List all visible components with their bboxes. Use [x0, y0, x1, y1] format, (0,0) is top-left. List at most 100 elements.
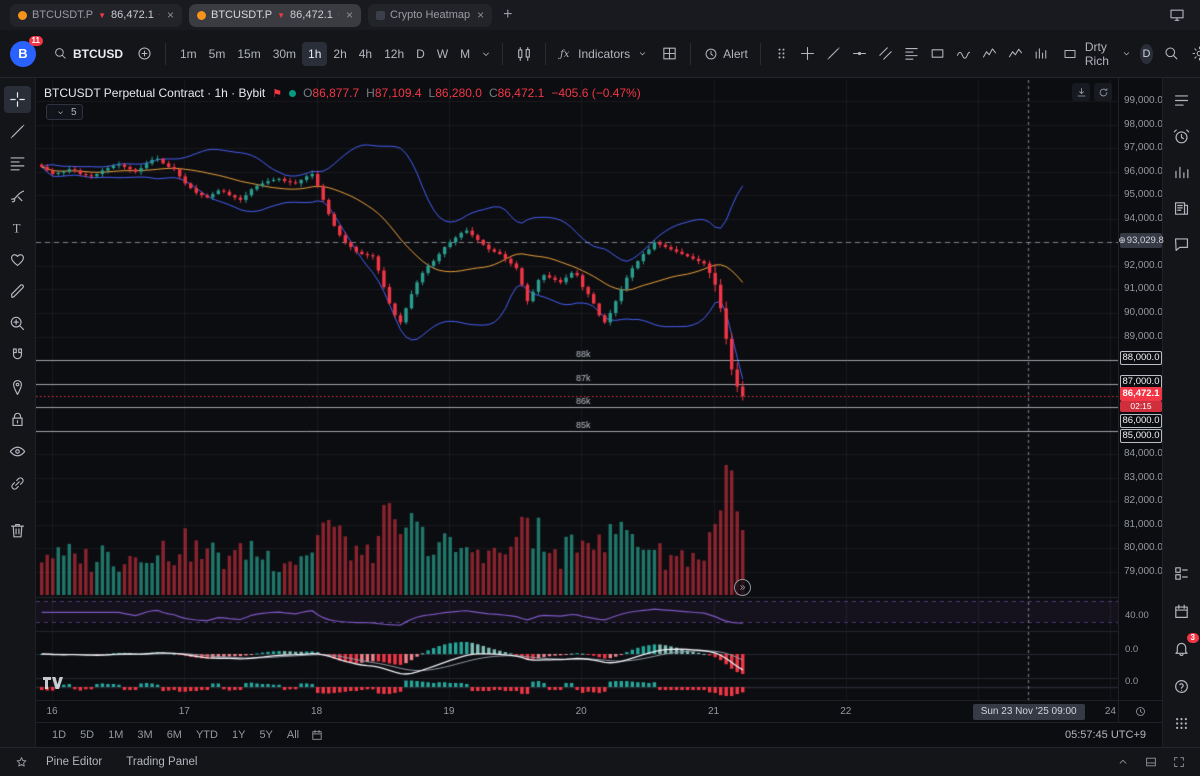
- new-tab-button[interactable]: +: [499, 6, 516, 24]
- jump-to-realtime-button[interactable]: [734, 579, 751, 596]
- time-tick: 18: [305, 706, 329, 717]
- fib-retracement-tool-icon[interactable]: [4, 150, 31, 177]
- range-1D[interactable]: 1D: [46, 726, 72, 744]
- price-axis[interactable]: 99,000.098,000.097,000.096,000.095,000.0…: [1118, 78, 1162, 700]
- timeframe-M[interactable]: M: [454, 42, 476, 66]
- eye-tool-icon[interactable]: [4, 438, 31, 465]
- settings-gear-icon[interactable]: [1187, 41, 1200, 67]
- timeframe-D[interactable]: D: [410, 42, 431, 66]
- screener-icon[interactable]: [1169, 159, 1195, 185]
- timeframe-2h[interactable]: 2h: [327, 42, 352, 66]
- time-axis[interactable]: 161718192021222324 Sun 23 Nov '25 09:00: [36, 700, 1118, 722]
- dots-handle-icon[interactable]: [769, 41, 795, 67]
- alert-button[interactable]: Alert: [699, 41, 752, 67]
- range-YTD[interactable]: YTD: [190, 726, 224, 744]
- bars-pattern-icon[interactable]: [1029, 41, 1055, 67]
- cross-line-icon[interactable]: [795, 41, 821, 67]
- range-5Y[interactable]: 5Y: [253, 726, 278, 744]
- timezone-corner[interactable]: [1118, 700, 1162, 722]
- text-tool-icon[interactable]: T: [4, 214, 31, 241]
- scroll-to-bar-icon[interactable]: [1072, 83, 1090, 101]
- apps-icon[interactable]: [1169, 711, 1195, 737]
- price-tick: 94,000.0: [1124, 213, 1163, 225]
- zigzag-dots-icon[interactable]: [1003, 41, 1029, 67]
- hidden-indicators-pill[interactable]: 5: [46, 104, 83, 120]
- indicator-templates-icon[interactable]: [656, 41, 682, 67]
- lock-tool-icon[interactable]: [4, 406, 31, 433]
- trend-line-icon[interactable]: [821, 41, 847, 67]
- server-clock[interactable]: 05:57:45 UTC+9: [1065, 729, 1152, 741]
- browser-tab[interactable]: BTCUSDT.P▼86,472.1−5×: [189, 4, 361, 27]
- magnet-tool-icon[interactable]: [4, 342, 31, 369]
- timeframe-15m[interactable]: 15m: [231, 42, 266, 66]
- tab-close-button[interactable]: ×: [167, 8, 174, 22]
- zoom-in-tool-icon[interactable]: [4, 310, 31, 337]
- range-All[interactable]: All: [281, 726, 305, 744]
- timeframe-5m[interactable]: 5m: [203, 42, 232, 66]
- rectangle-icon[interactable]: [925, 41, 951, 67]
- range-1Y[interactable]: 1Y: [226, 726, 251, 744]
- range-3M[interactable]: 3M: [131, 726, 158, 744]
- timeframe-30m[interactable]: 30m: [267, 42, 302, 66]
- trading-panel-tab[interactable]: Trading Panel: [116, 752, 207, 772]
- timeframe-4h[interactable]: 4h: [353, 42, 378, 66]
- layout-name[interactable]: Drty Rich: [1085, 40, 1116, 68]
- compare-add-icon[interactable]: [131, 41, 157, 67]
- emoticon-tool-icon[interactable]: [4, 246, 31, 273]
- tab-favicon-icon: [197, 11, 206, 20]
- open-panel-chevron-icon[interactable]: [1112, 751, 1134, 773]
- favorites-star-icon[interactable]: [10, 751, 32, 773]
- indicators-button[interactable]: ƒx Indicators: [554, 41, 654, 67]
- pine-editor-tab[interactable]: Pine Editor: [36, 752, 112, 772]
- chart-region[interactable]: BTCUSDT Perpetual Contract · 1h · Bybit …: [36, 78, 1118, 700]
- crosshair-tool-icon[interactable]: [4, 86, 31, 113]
- layout-chevron-icon[interactable]: [1118, 41, 1134, 67]
- user-avatar[interactable]: B 11: [10, 41, 36, 67]
- timeframe-1h[interactable]: 1h: [302, 42, 327, 66]
- range-6M[interactable]: 6M: [161, 726, 188, 744]
- tab-close-button[interactable]: ×: [346, 8, 353, 22]
- horizontal-line-icon[interactable]: [847, 41, 873, 67]
- maximize-window-icon[interactable]: [1168, 751, 1190, 773]
- data-window-icon[interactable]: [1169, 561, 1195, 587]
- calendar-icon[interactable]: [1169, 598, 1195, 624]
- range-5D[interactable]: 5D: [74, 726, 100, 744]
- display-capture-icon[interactable]: [1164, 2, 1190, 28]
- desktop-badge[interactable]: D: [1140, 44, 1153, 64]
- trend-line-tool-icon[interactable]: [4, 118, 31, 145]
- watchlist-icon[interactable]: [1169, 87, 1195, 113]
- symbol-search[interactable]: BTCUSD: [46, 39, 129, 69]
- browser-tab[interactable]: BTCUSDT.P▼86,472.1−5×: [10, 4, 182, 27]
- price-chart-canvas[interactable]: [36, 80, 1118, 700]
- tab-close-button[interactable]: ×: [477, 8, 484, 22]
- timeframe-1m[interactable]: 1m: [174, 42, 203, 66]
- fib-retracement-icon[interactable]: [899, 41, 925, 67]
- trash-tool-icon[interactable]: [4, 517, 31, 544]
- alarm-icon[interactable]: [1169, 123, 1195, 149]
- timeframe-12h[interactable]: 12h: [378, 42, 410, 66]
- tracked-price-label[interactable]: ⊕ 93,029.8: [1120, 233, 1162, 248]
- alert-label: Alert: [723, 47, 748, 61]
- tradingview-app: BTCUSDT.P▼86,472.1−5× BTCUSDT.P▼86,472.1−…: [0, 0, 1200, 776]
- help-icon[interactable]: [1169, 673, 1195, 699]
- zigzag-icon[interactable]: [977, 41, 1003, 67]
- reset-chart-icon[interactable]: [1094, 83, 1112, 101]
- range-1M[interactable]: 1M: [102, 726, 129, 744]
- news-icon[interactable]: [1169, 195, 1195, 221]
- chat-icon[interactable]: [1169, 231, 1195, 257]
- wave-pattern-icon[interactable]: [951, 41, 977, 67]
- parallel-channel-icon[interactable]: [873, 41, 899, 67]
- go-to-date-icon[interactable]: [307, 725, 327, 745]
- timezone-clock-icon[interactable]: [1132, 703, 1150, 721]
- brush-tool-icon[interactable]: [4, 182, 31, 209]
- bottom-panel-icon[interactable]: [1140, 751, 1162, 773]
- browser-tab[interactable]: Crypto Heatmap×: [368, 4, 492, 27]
- layout-icon[interactable]: [1057, 41, 1083, 67]
- quick-search-icon[interactable]: [1159, 41, 1185, 67]
- timeframe-chevron-icon[interactable]: [478, 41, 494, 67]
- link-tool-icon[interactable]: [4, 470, 31, 497]
- measure-tool-icon[interactable]: [4, 278, 31, 305]
- timeframe-W[interactable]: W: [431, 42, 454, 66]
- pin-tool-icon[interactable]: [4, 374, 31, 401]
- chart-type-candles-icon[interactable]: [511, 41, 537, 67]
